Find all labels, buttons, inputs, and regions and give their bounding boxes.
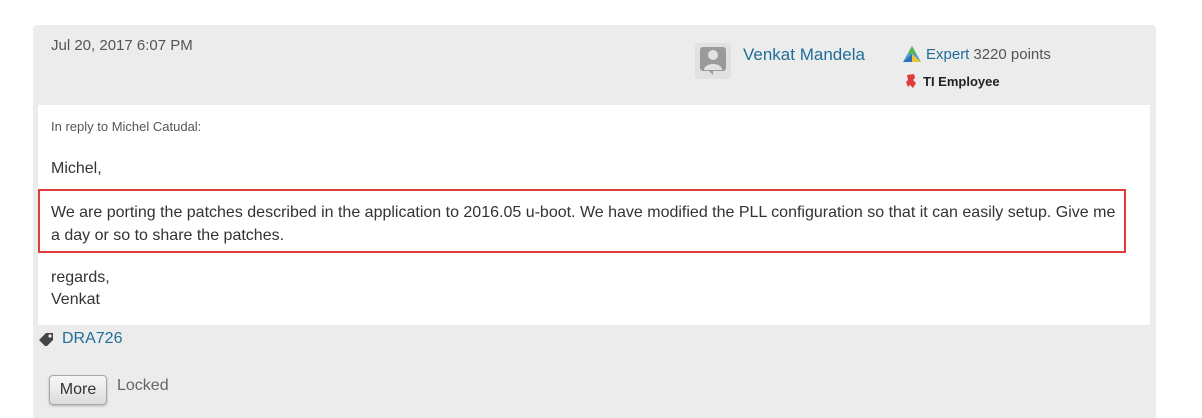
post-content: In reply to Michel Catudal: Michel, We a…	[38, 105, 1150, 325]
locked-status: Locked	[117, 377, 169, 394]
points-count: 3220 points	[973, 45, 1051, 63]
forum-post: Jul 20, 2017 6:07 PM Venkat Mandela Expe…	[33, 25, 1156, 418]
author-rank: Expert 3220 points	[902, 45, 1051, 63]
tag-list: DRA726	[38, 330, 122, 348]
employee-badge-label: TI Employee	[923, 73, 1000, 89]
post-body: We are porting the patches described in …	[51, 204, 1116, 244]
user-placeholder-icon	[700, 47, 726, 75]
post-greeting: Michel,	[51, 160, 102, 177]
reply-to-note: In reply to Michel Catudal:	[51, 119, 202, 134]
ti-logo-icon	[906, 74, 916, 88]
employee-badge: TI Employee	[905, 73, 1000, 89]
tag-link-dra726[interactable]: DRA726	[62, 330, 122, 348]
avatar[interactable]	[695, 43, 731, 79]
author-name-link[interactable]: Venkat Mandela	[743, 45, 865, 65]
expert-rank-icon	[903, 46, 921, 62]
rank-link[interactable]: Expert	[926, 46, 969, 63]
more-button[interactable]: More	[49, 375, 107, 405]
post-signoff: regards, Venkat	[51, 269, 110, 308]
post-timestamp: Jul 20, 2017 6:07 PM	[51, 37, 193, 54]
tag-icon	[39, 333, 53, 346]
